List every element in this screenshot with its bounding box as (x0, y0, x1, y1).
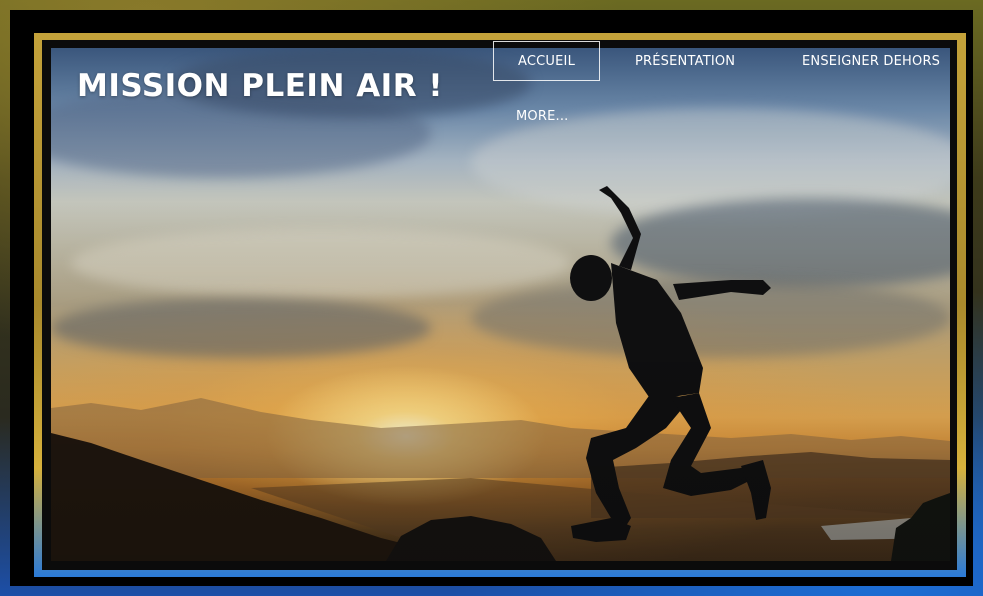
site-title[interactable]: MISSION PLEIN AIR ! (77, 68, 443, 104)
nav-item-accueil[interactable]: ACCUEIL (493, 41, 600, 81)
main-nav: ACCUEIL PRÉSENTATION ENSEIGNER DEHORS MO… (493, 41, 950, 141)
nav-item-more[interactable]: MORE... (516, 109, 569, 124)
screenshot-stage: MISSION PLEIN AIR ! ACCUEIL PRÉSENTATION… (0, 0, 983, 596)
nav-item-enseigner-dehors[interactable]: ENSEIGNER DEHORS (802, 54, 940, 69)
nav-item-presentation[interactable]: PRÉSENTATION (635, 54, 735, 69)
